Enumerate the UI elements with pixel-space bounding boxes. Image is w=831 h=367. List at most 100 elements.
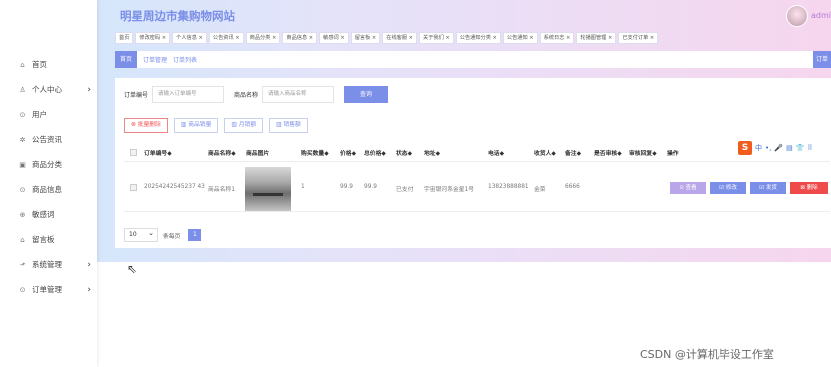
col-address[interactable]: 地址◆	[424, 148, 440, 157]
sidebar-menu: ⌂ 首页 ♙ 个人中心 › ⊙ 用户 ✲ 公告资讯 ▣ 商品分类 ⊙ 商品信息 ⊕ 敏感词 ⌂ 留…	[0, 52, 97, 302]
query-button[interactable]: 查询	[344, 86, 389, 103]
batch-delete-button[interactable]: ⊗ 批量删除	[124, 118, 168, 133]
username[interactable]: admin	[811, 11, 831, 20]
col-review-reply[interactable]: 审核回复◆	[629, 148, 657, 157]
tab-home[interactable]: 首页	[115, 32, 134, 44]
tab-personal-info[interactable]: 个人信息 ×	[172, 32, 207, 44]
order-icon: ⊙	[19, 285, 26, 294]
sidebar-item-message-board[interactable]: ⌂ 留言板	[0, 227, 97, 252]
view-button[interactable]: ⊙ 查看	[670, 182, 706, 194]
site-title: 明星周边市集购物网站	[120, 9, 235, 23]
col-product-name[interactable]: 商品名称◆	[208, 148, 236, 157]
order-no-input[interactable]: 请输入订单编号	[152, 86, 225, 103]
sidebar-item-users[interactable]: ⊙ 用户	[0, 102, 97, 127]
tab-products[interactable]: 商品信息 ×	[282, 32, 318, 44]
col-product-image: 商品图片	[246, 151, 270, 157]
cell-total: 99.9	[364, 184, 377, 190]
sidebar-item-label: 系统管理	[32, 260, 62, 269]
chevron-right-icon: ›	[87, 259, 91, 270]
sidebar-item-orders[interactable]: ⊙ 订单管理 ›	[0, 277, 97, 302]
sidebar-item-label: 公告资讯	[32, 135, 62, 144]
col-order-no[interactable]: 订单编号◆	[144, 148, 172, 157]
breadcrumb-item: 订单列表	[173, 57, 198, 64]
col-price[interactable]: 价格◆	[340, 148, 356, 157]
delete-button[interactable]: ⊠ 删除	[790, 182, 828, 194]
select-all-checkbox[interactable]	[130, 149, 137, 156]
punctuation-icon[interactable]: •,	[765, 144, 771, 152]
sidebar-item-label: 留言板	[32, 235, 55, 244]
col-qty[interactable]: 购买数量◆	[301, 148, 329, 157]
breadcrumb: 首页 订单管理 订单列表 订单	[115, 51, 831, 68]
col-status[interactable]: 状态◆	[396, 148, 412, 157]
breadcrumb-home[interactable]: 首页	[115, 51, 138, 68]
col-reviewed[interactable]: 是否审核◆	[594, 148, 622, 157]
keyboard-icon[interactable]: ▤	[786, 144, 793, 152]
cell-address: 宇宙银河系金星1号	[424, 187, 475, 193]
sidebar-item-announcements[interactable]: ✲ 公告资讯	[0, 127, 97, 152]
breadcrumb-item[interactable]: 订单管理	[143, 55, 167, 64]
col-receiver[interactable]: 收货人◆	[534, 148, 556, 157]
sogou-logo-icon[interactable]: S	[738, 141, 752, 155]
pagination: 10 条每页 1	[124, 227, 202, 242]
sales-amount-button[interactable]: ▥ 销售额	[269, 118, 308, 133]
chinese-mode-icon[interactable]: 中	[755, 143, 762, 153]
breadcrumb-right-tag[interactable]: 订单	[812, 51, 831, 68]
sidebar-item-label: 首页	[32, 60, 47, 69]
tab-online-service[interactable]: 在线客服 ×	[382, 32, 418, 44]
tab-categories[interactable]: 商品分类 ×	[245, 32, 281, 44]
skin-icon[interactable]: 👕	[796, 144, 805, 152]
tab-sensitive-words[interactable]: 敏感词 ×	[319, 32, 349, 44]
sidebar-item-system[interactable]: ⬏ 系统管理 ›	[0, 252, 97, 277]
monthly-sales-button[interactable]: ▥ 月销额	[224, 118, 264, 133]
chevron-right-icon: ›	[87, 84, 91, 95]
page-size-select[interactable]: 10	[124, 227, 158, 242]
table-row: 20254242545237 43 商品名称1 1 99.9 99.9 已支付 …	[124, 162, 830, 212]
product-name-label: 商品名称	[234, 92, 259, 99]
sidebar-item-label: 个人中心	[32, 85, 62, 94]
tab-notices[interactable]: 公告通知 ×	[502, 32, 538, 44]
cell-price: 99.9	[340, 184, 353, 190]
product-thumbnail[interactable]	[245, 167, 291, 211]
sidebar-item-personal-center[interactable]: ♙ 个人中心 ›	[0, 77, 97, 102]
avatar[interactable]	[786, 5, 808, 27]
ship-button[interactable]: ☑ 发货	[750, 182, 786, 194]
col-total[interactable]: 总价格◆	[364, 148, 386, 157]
action-bar: ⊗ 批量删除 ▥ 商品销量 ▥ 月销额 ▥ 销售额	[124, 118, 308, 133]
cell-product-name: 商品名称1	[208, 187, 235, 193]
system-icon: ⬏	[19, 260, 26, 269]
tab-system-log[interactable]: 系统日志 ×	[539, 32, 575, 44]
tab-paid-orders[interactable]: 已支付订单 ×	[618, 32, 659, 44]
sidebar-item-label: 敏感词	[32, 210, 55, 219]
menu-grid-icon[interactable]: ⠿	[807, 144, 812, 152]
page-number-current[interactable]: 1	[188, 229, 202, 241]
sidebar-item-sensitive-words[interactable]: ⊕ 敏感词	[0, 202, 97, 227]
product-name-input[interactable]: 请输入商品名称	[262, 86, 335, 103]
product-icon: ⊙	[19, 185, 26, 194]
tab-notice-categories[interactable]: 公告通知分类 ×	[455, 32, 501, 44]
cell-status: 已支付	[396, 187, 414, 193]
product-sales-button[interactable]: ▥ 商品销量	[173, 118, 219, 133]
tab-message-board[interactable]: 留言板 ×	[350, 32, 381, 44]
chevron-right-icon: ›	[87, 284, 91, 295]
row-checkbox[interactable]	[130, 184, 137, 191]
sidebar-item-label: 订单管理	[32, 285, 62, 294]
ime-toolbar: S 中 •, 🎤 ▤ 👕 ⠿	[738, 141, 813, 155]
tab-bar: 首页 修改密码 × 个人信息 × 公告资讯 × 商品分类 × 商品信息 × 敏感…	[115, 32, 659, 44]
cell-receiver: 金菜	[534, 187, 546, 193]
per-page-label: 条每页	[163, 233, 181, 240]
tab-change-password[interactable]: 修改密码 ×	[135, 32, 171, 44]
filter-icon: ⊕	[19, 210, 26, 219]
message-icon: ⌂	[20, 235, 25, 244]
microphone-icon[interactable]: 🎤	[774, 144, 783, 152]
tab-announcements[interactable]: 公告资讯 ×	[208, 32, 244, 44]
tab-about-us[interactable]: 关于我们 ×	[419, 32, 454, 44]
sidebar-item-home[interactable]: ⌂ 首页	[0, 52, 97, 77]
col-phone[interactable]: 电话◆	[488, 148, 504, 157]
sidebar-item-products[interactable]: ⊙ 商品信息	[0, 177, 97, 202]
col-remark[interactable]: 备注◆	[565, 148, 581, 157]
sidebar-item-categories[interactable]: ▣ 商品分类	[0, 152, 97, 177]
edit-button[interactable]: ☑ 修改	[710, 182, 746, 194]
cell-qty: 1	[301, 184, 305, 190]
table-header: 订单编号◆ 商品名称◆ 商品图片 购买数量◆ 价格◆ 总价格◆ 状态◆ 地址◆ …	[124, 144, 830, 162]
tab-carousel[interactable]: 轮播图管理 ×	[576, 32, 617, 44]
